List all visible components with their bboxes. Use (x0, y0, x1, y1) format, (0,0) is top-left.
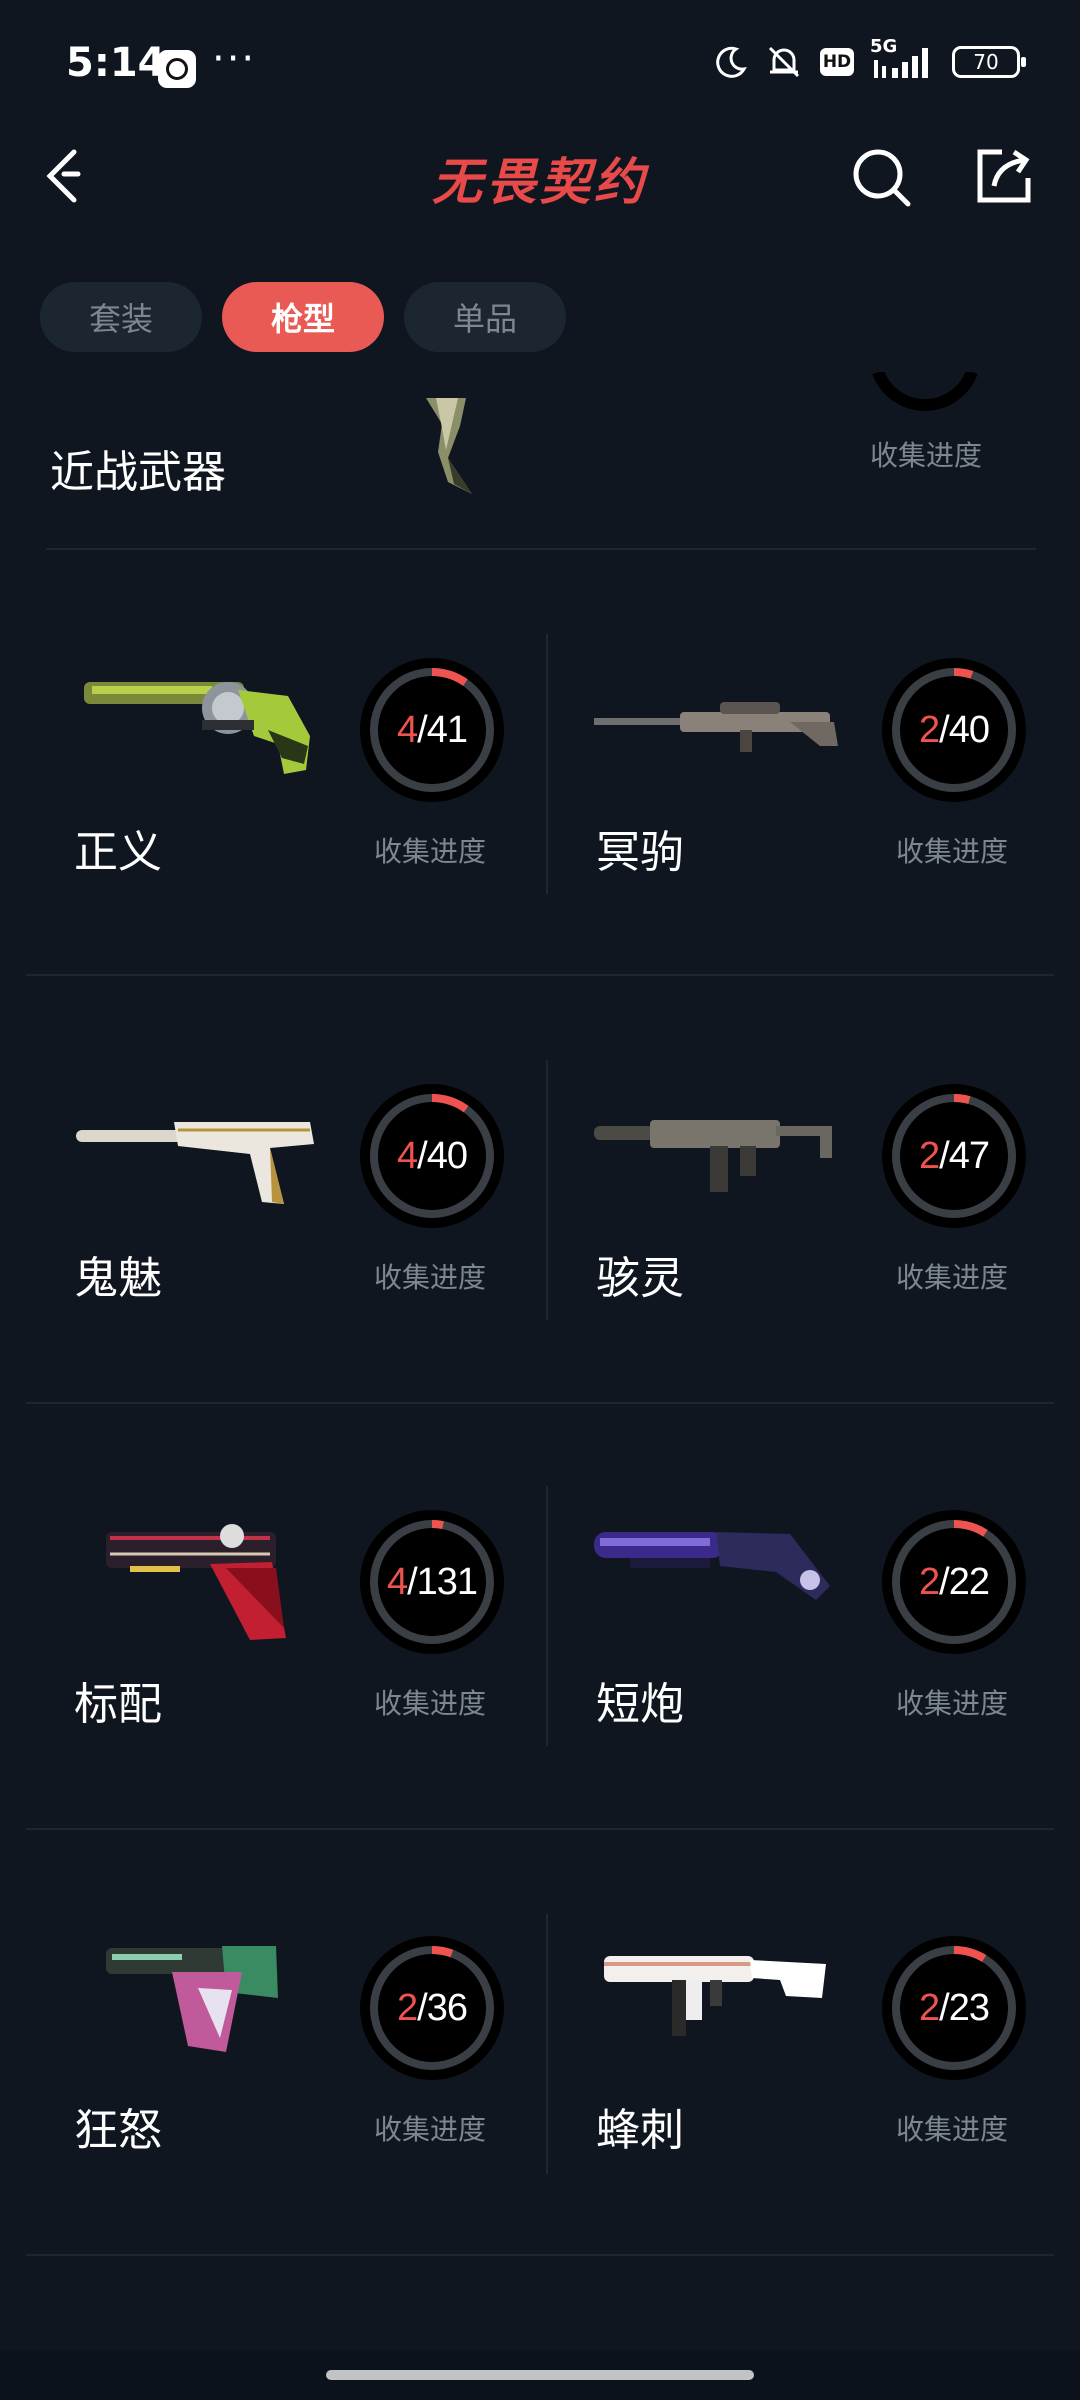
weapon-card[interactable]: 鬼魅 4/40 收集进度 (40, 1046, 530, 1346)
battery-icon: 70 (952, 46, 1026, 78)
collection-progress-ring: 2/47 (882, 1084, 1026, 1228)
pistol-frenzy-image (106, 1946, 278, 2052)
progress-label: 收集进度 (896, 2113, 1009, 2146)
status-time: 5:14 (66, 40, 166, 86)
weapon-card[interactable]: 冥驹 2/40 收集进度 (560, 620, 1050, 920)
weapon-name: 骇灵 (596, 1253, 684, 1304)
hd-icon: HD (820, 48, 854, 76)
total-count: /36 (417, 1986, 468, 2029)
collection-progress-ring: 4/40 (360, 1084, 504, 1228)
divider (46, 548, 1036, 550)
total-count: /47 (939, 1134, 990, 1177)
weapon-card[interactable]: 蜂刺 2/23 收集进度 (560, 1898, 1050, 2198)
tab-single-items[interactable]: 单品 (404, 282, 566, 352)
progress-count: 2/36 (360, 1936, 504, 2080)
melee-weapon-name[interactable]: 近战武器 (50, 436, 226, 500)
progress-label: 收集进度 (896, 1261, 1009, 1294)
total-count: /40 (417, 1134, 468, 1177)
owned-count: 4 (397, 1134, 418, 1177)
collection-progress-ring: 2/36 (360, 1936, 504, 2080)
home-indicator[interactable] (326, 2370, 754, 2380)
share-icon (977, 149, 1031, 203)
column-divider (546, 1914, 548, 2174)
shotgun-shorty-image (594, 1532, 830, 1600)
weapon-name: 狂怒 (74, 2105, 162, 2156)
knife-image (418, 398, 484, 498)
owned-count: 2 (919, 1560, 940, 1603)
search-icon (853, 149, 911, 207)
weapon-name: 冥驹 (596, 827, 684, 878)
column-divider (546, 1060, 548, 1320)
weapon-name: 正义 (74, 827, 162, 878)
pistol-ghost-image (76, 1122, 314, 1204)
battery-level: 70 (973, 50, 999, 74)
progress-count: 2/40 (882, 658, 1026, 802)
collection-progress-ring: 2/22 (882, 1510, 1026, 1654)
muted-bell-icon (764, 44, 804, 80)
tab-sets[interactable]: 套装 (40, 282, 202, 352)
status-icons: HD 5G 70 (714, 36, 1026, 80)
progress-label: 收集进度 (374, 2113, 487, 2146)
progress-count: 4/41 (360, 658, 504, 802)
progress-count: 2/23 (882, 1936, 1026, 2080)
progress-count: 2/47 (882, 1084, 1026, 1228)
progress-label: 收集进度 (374, 1261, 487, 1294)
smg-spectre-image (594, 1120, 832, 1192)
row-divider (26, 974, 1054, 976)
weapon-card[interactable]: 狂怒 2/36 收集进度 (40, 1898, 530, 2198)
owned-count: 4 (386, 1560, 408, 1603)
more-notifications-icon: ··· (212, 36, 257, 82)
owned-count: 2 (919, 1986, 940, 2029)
weapon-name: 短炮 (596, 1679, 684, 1730)
collection-progress-ring: 4/41 (360, 658, 504, 802)
total-count: /41 (417, 708, 468, 751)
progress-count: 4/131 (360, 1510, 504, 1654)
weapon-card[interactable]: 正义 4/41 收集进度 (40, 620, 530, 920)
total-count: /23 (939, 1986, 990, 2029)
weapon-card[interactable]: 短炮 2/22 收集进度 (560, 1472, 1050, 1772)
row-divider (26, 2254, 1054, 2256)
progress-label: 收集进度 (374, 835, 487, 868)
row-divider (26, 1828, 1054, 1830)
clock-app-icon (158, 50, 196, 88)
weapon-name: 鬼魅 (74, 1253, 162, 1304)
collection-progress-ring: 4/131 (360, 1510, 504, 1654)
smg-stinger-image (604, 1956, 826, 2036)
weapon-name: 蜂刺 (596, 2105, 684, 2156)
category-tabs: 套装 枪型 单品 (40, 282, 566, 352)
collection-progress-ring: 2/23 (882, 1936, 1026, 2080)
weapon-card[interactable]: 标配 4/131 收集进度 (40, 1472, 530, 1772)
weapon-name: 标配 (74, 1679, 162, 1730)
melee-progress-label: 收集进度 (870, 439, 983, 472)
progress-label: 收集进度 (896, 835, 1009, 868)
progress-count: 4/40 (360, 1084, 504, 1228)
owned-count: 2 (919, 1134, 940, 1177)
search-button[interactable] (850, 144, 916, 210)
total-count: /40 (939, 708, 990, 751)
row-divider (26, 1402, 1054, 1404)
moon-icon (714, 45, 748, 79)
column-divider (546, 634, 548, 894)
melee-progress-ring-partial (870, 369, 980, 412)
signal-icon: 5G (870, 36, 936, 80)
owned-count: 2 (919, 708, 940, 751)
owned-count: 4 (397, 708, 418, 751)
collection-progress-ring: 2/40 (882, 658, 1026, 802)
sniper-rifle-image (594, 702, 838, 752)
total-count: /131 (407, 1560, 478, 1603)
tab-weapon-types[interactable]: 枪型 (222, 282, 384, 352)
weapon-card[interactable]: 骇灵 2/47 收集进度 (560, 1046, 1050, 1346)
revolver-image (84, 682, 310, 774)
column-divider (546, 1486, 548, 1746)
total-count: /22 (939, 1560, 990, 1603)
progress-count: 2/22 (882, 1510, 1026, 1654)
app-logo-title: 无畏契约 (432, 153, 648, 211)
progress-label: 收集进度 (896, 1687, 1009, 1720)
progress-label: 收集进度 (374, 1687, 487, 1720)
owned-count: 2 (397, 1986, 418, 2029)
status-bar: 5:14 ··· HD 5G 70 (0, 0, 1080, 140)
pistol-classic-image (106, 1524, 286, 1640)
share-button[interactable] (972, 144, 1038, 210)
